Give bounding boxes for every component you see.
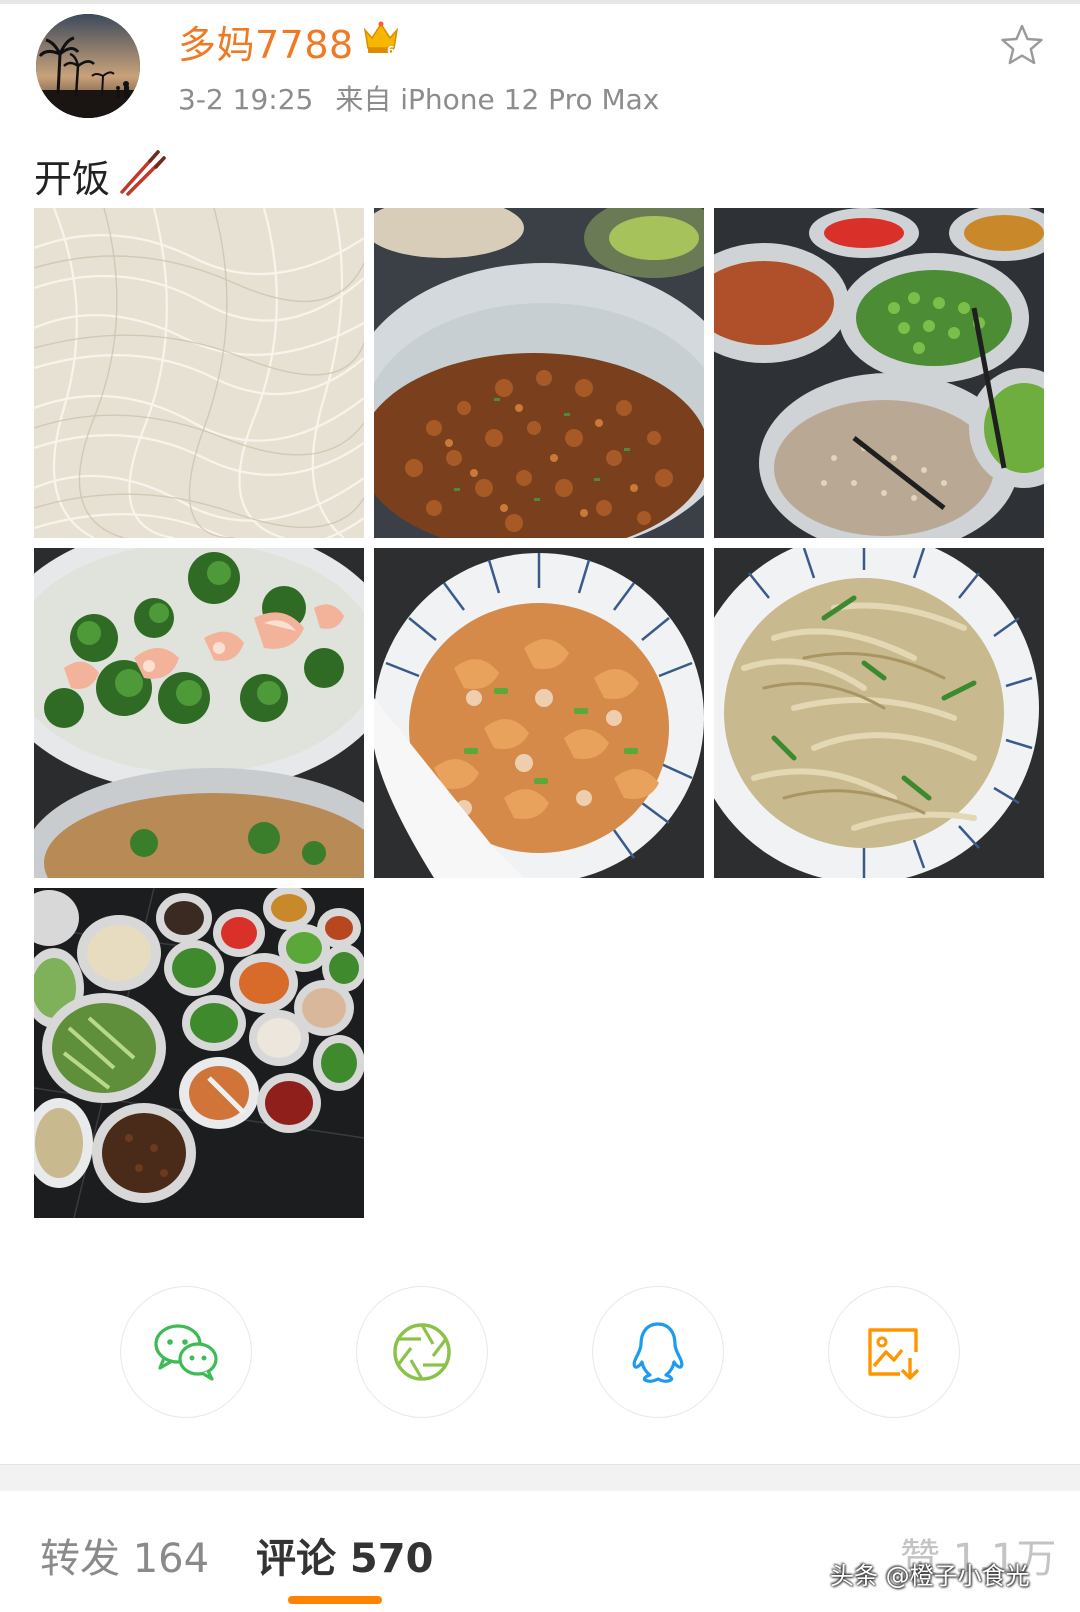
moments-icon [393, 1323, 451, 1381]
tab-comment[interactable]: 评论 570 [256, 1526, 433, 1584]
share-wechat-button[interactable] [120, 1286, 252, 1418]
qq-icon [632, 1322, 684, 1383]
wechat-icon [154, 1324, 218, 1381]
chopsticks-icon [116, 148, 166, 198]
top-divider [0, 0, 1080, 4]
photo-shrimp-broccoli[interactable] [34, 548, 364, 878]
favorite-star-icon[interactable] [998, 22, 1046, 70]
share-qq-button[interactable] [592, 1286, 724, 1418]
share-moments-button[interactable] [356, 1286, 488, 1418]
avatar[interactable] [36, 14, 140, 118]
tab-repost[interactable]: 转发 164 [40, 1526, 209, 1584]
watermark: 头条 @橙子小食光 [830, 1562, 1030, 1590]
crown-icon[interactable]: 6 [360, 16, 402, 58]
section-divider [0, 1464, 1080, 1491]
save-image-button[interactable] [828, 1286, 960, 1418]
photo-dried-shrimp[interactable] [374, 548, 704, 878]
save-image-icon [868, 1328, 920, 1380]
svg-text:6: 6 [387, 44, 395, 57]
post-time: 3-2 19:25 [178, 83, 314, 116]
username[interactable]: 多妈7788 [178, 14, 354, 69]
photo-condiment-bowls[interactable] [714, 208, 1044, 538]
post-source: 来自 iPhone 12 Pro Max [335, 83, 660, 116]
photo-minced-meat[interactable] [374, 208, 704, 538]
photo-bamboo-shoots[interactable] [714, 548, 1044, 878]
active-tab-indicator [288, 1596, 382, 1604]
photo-table-spread[interactable] [34, 888, 364, 1218]
post-text: 开饭 [34, 157, 111, 201]
post-meta: 3-2 19:25 来自 iPhone 12 Pro Max [178, 78, 659, 118]
photo-noodles[interactable] [34, 208, 364, 538]
